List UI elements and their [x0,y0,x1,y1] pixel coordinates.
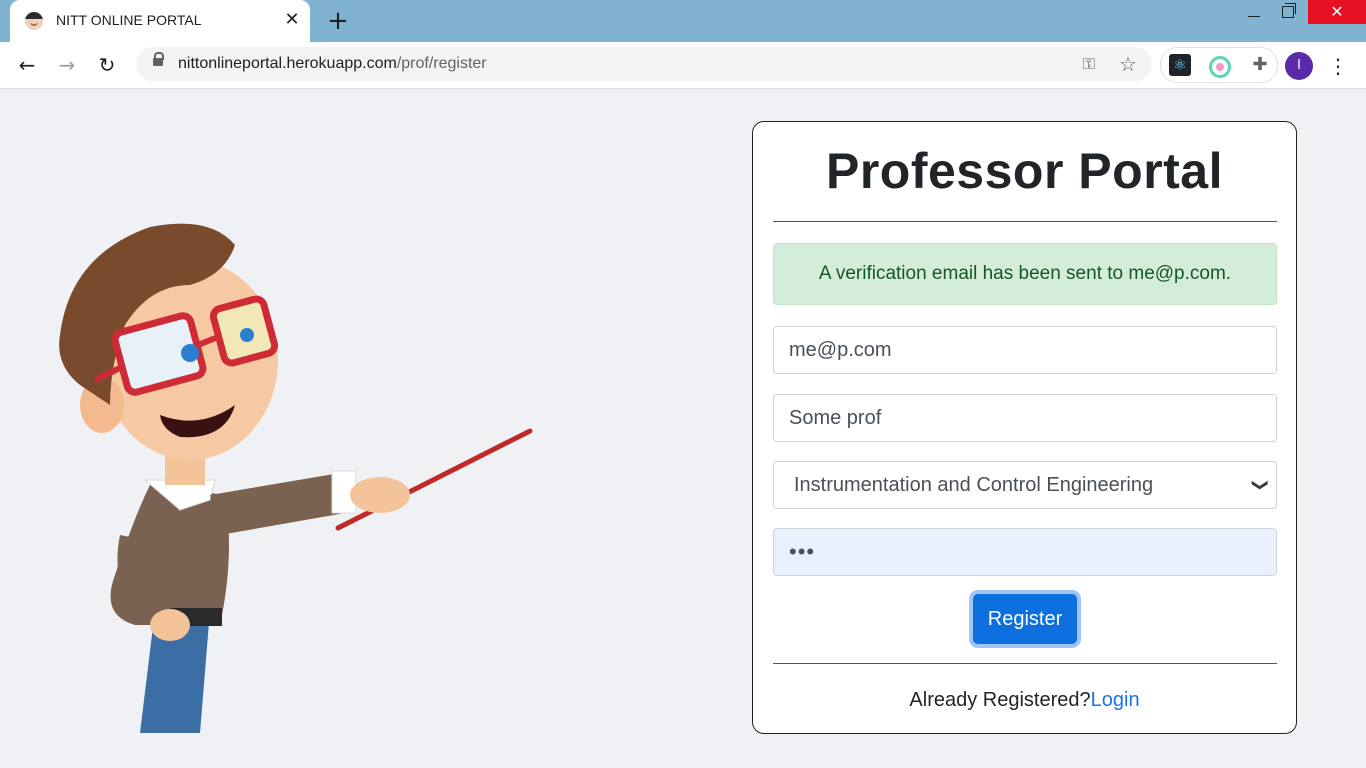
browser-tab[interactable]: NITT ONLINE PORTAL ✕ [10,0,310,42]
page-title: Professor Portal [825,143,1223,199]
already-registered-text: Already Registered? [909,689,1091,711]
divider [773,663,1277,664]
key-icon[interactable]: ⚿ [1078,53,1100,75]
lock-icon[interactable] [153,52,164,66]
divider [773,221,1277,222]
chevron-down-icon: ❯ [1251,478,1269,492]
tab-title: NITT ONLINE PORTAL [56,12,202,28]
url-path: /prof/register [396,55,487,72]
register-card: Professor Portal A verification email ha… [752,121,1297,734]
register-button[interactable]: Register [973,594,1077,644]
bookmark-star-icon[interactable]: ☆ [1116,52,1140,76]
minimize-icon [1248,15,1260,17]
url-text[interactable]: nittonlineportal.herokuapp.com/prof/regi… [178,55,487,73]
extensions-puzzle-icon[interactable]: ✚ [1249,54,1271,76]
new-tab-button[interactable]: + [323,6,353,36]
browser-menu-icon[interactable]: ⋮ [1326,52,1350,80]
address-bar[interactable]: nittonlineportal.herokuapp.com/prof/regi… [136,47,1152,81]
verification-alert: A verification email has been sent to me… [773,243,1277,305]
login-link[interactable]: Login [1091,689,1140,711]
profile-avatar[interactable]: I [1285,52,1313,80]
login-prompt: Already Registered?Login [753,689,1296,712]
extensions-group: ⚛ ✚ [1160,47,1278,83]
department-select[interactable]: Instrumentation and Control Engineering … [773,461,1277,509]
reload-button[interactable]: ↻ [92,50,122,80]
email-field[interactable]: me@p.com [773,326,1277,374]
back-button[interactable]: ← [12,50,42,80]
name-field[interactable]: Some prof [773,394,1277,442]
tab-strip: NITT ONLINE PORTAL ✕ + ✕ [0,0,1366,42]
tab-close-icon[interactable]: ✕ [281,9,303,31]
react-devtools-icon[interactable]: ⚛ [1169,54,1191,76]
maximize-button[interactable] [1268,0,1308,24]
url-host: nittonlineportal.herokuapp.com [178,55,397,72]
extension-circle-icon[interactable] [1209,56,1231,78]
close-window-button[interactable]: ✕ [1308,0,1366,24]
professor-illustration [59,223,533,733]
browser-toolbar: ← → ↻ nittonlineportal.herokuapp.com/pro… [0,42,1366,89]
restore-icon [1282,3,1296,18]
password-field[interactable]: ••• [773,528,1277,576]
favicon-icon [25,12,43,30]
department-selected-value: Instrumentation and Control Engineering [794,474,1154,496]
forward-button[interactable]: → [52,50,82,80]
